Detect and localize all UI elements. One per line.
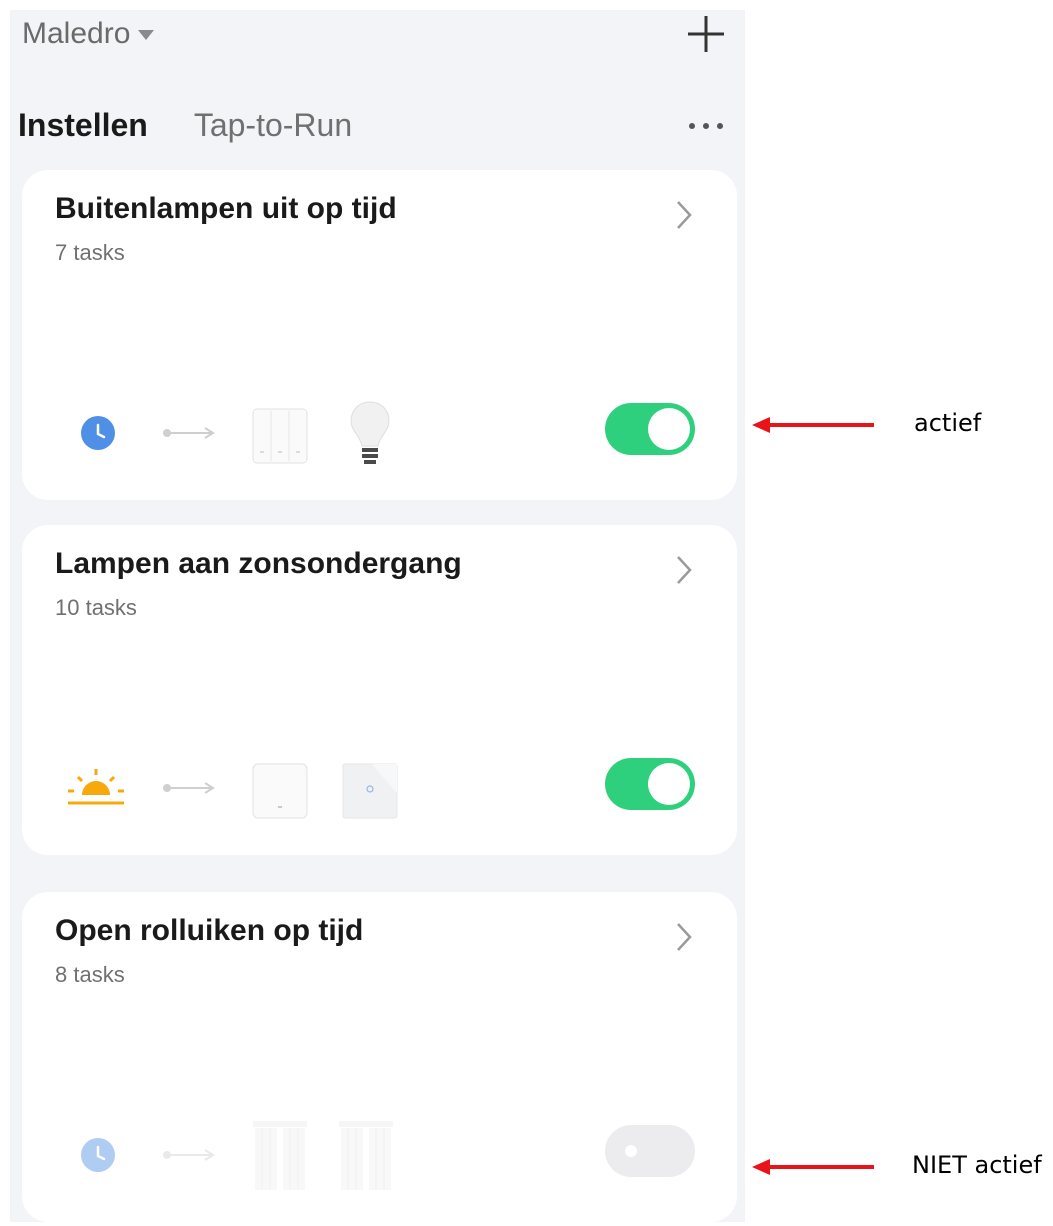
scene-card[interactable]: Lampen aan zonsondergang 10 tasks — [22, 525, 737, 855]
scene-title: Lampen aan zonsondergang — [55, 547, 462, 580]
chevron-right-icon[interactable] — [672, 920, 696, 954]
scene-icons-row — [66, 1120, 446, 1190]
scene-enable-toggle[interactable] — [605, 403, 695, 455]
scene-enable-toggle[interactable] — [605, 758, 695, 810]
tab-instellen[interactable]: Instellen — [18, 107, 148, 144]
chevron-right-icon[interactable] — [672, 198, 696, 232]
toggle-knob — [648, 763, 690, 805]
home-selector[interactable]: Maledro — [22, 12, 155, 56]
scene-icons-row — [66, 753, 446, 823]
scene-task-count: 10 tasks — [55, 595, 137, 620]
toggle-knob — [625, 1145, 637, 1157]
annotation-arrow-left-icon — [752, 1159, 874, 1175]
tab-bar: Instellen Tap-to-Run — [18, 100, 352, 150]
chevron-right-icon[interactable] — [672, 553, 696, 587]
curtain-icon — [339, 1121, 393, 1190]
scene-enable-toggle[interactable] — [605, 1125, 695, 1177]
triple-switch-icon — [252, 408, 308, 464]
scene-task-count: 7 tasks — [55, 240, 125, 265]
toggle-knob — [648, 408, 690, 450]
arrow-right-icon — [163, 1149, 215, 1161]
smart-app-screen: Maledro Instellen Tap-to-Run Buitenlampe… — [10, 10, 745, 1222]
more-options-icon[interactable] — [686, 118, 726, 134]
scene-title: Buitenlampen uit op tijd — [55, 192, 397, 225]
single-switch-icon — [252, 763, 308, 819]
curtain-icon — [253, 1121, 307, 1190]
scene-card[interactable]: Buitenlampen uit op tijd 7 tasks — [22, 170, 737, 500]
scene-icons-row — [66, 398, 446, 468]
add-icon[interactable] — [682, 10, 730, 58]
annotation-inactive: NIET actief — [912, 1151, 1042, 1179]
arrow-right-icon — [163, 782, 215, 794]
light-bulb-icon — [350, 401, 390, 464]
clock-icon — [81, 1138, 115, 1172]
home-name: Maledro — [22, 17, 131, 50]
scene-title: Open rolluiken op tijd — [55, 914, 364, 947]
caret-down-icon — [138, 30, 155, 40]
arrow-right-icon — [163, 427, 215, 439]
annotation-arrow-left-icon — [752, 417, 874, 433]
scene-card[interactable]: Open rolluiken op tijd 8 tasks — [22, 892, 737, 1222]
sunset-icon — [68, 769, 124, 805]
glass-touch-switch-icon — [342, 763, 398, 819]
tab-tap-to-run[interactable]: Tap-to-Run — [194, 107, 352, 144]
annotation-active: actief — [914, 409, 982, 437]
clock-icon — [81, 416, 115, 450]
scene-task-count: 8 tasks — [55, 962, 125, 987]
